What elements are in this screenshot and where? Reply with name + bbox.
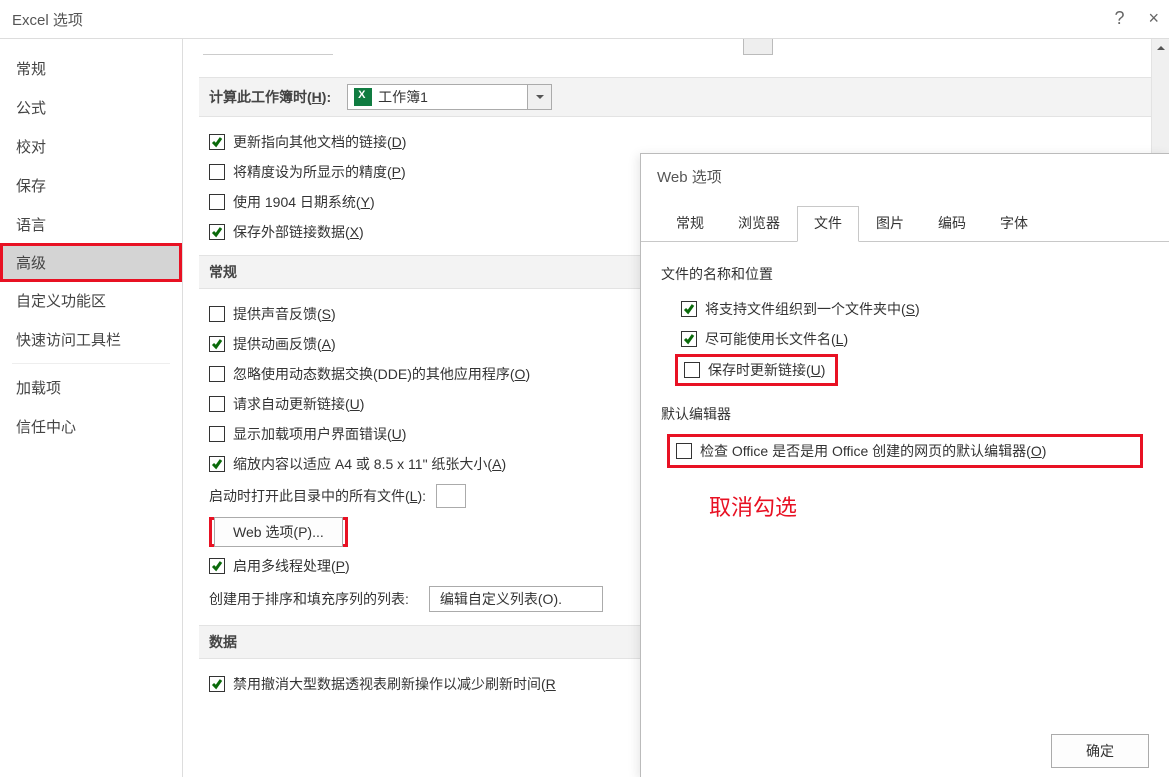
group-file-name-location: 文件的名称和位置 (661, 264, 1149, 284)
opt-label: 使用 1904 日期系统(Y) (233, 192, 375, 212)
opt-label: 将精度设为所显示的精度(P) (233, 162, 406, 182)
checkbox-icon[interactable] (676, 443, 692, 459)
workbook-name: 工作簿1 (378, 87, 527, 107)
opt-label: 保存时更新链接(U) (708, 360, 825, 380)
opt-label: 提供声音反馈(S) (233, 304, 336, 324)
sidebar-item-advanced[interactable]: 高级 (0, 243, 182, 282)
edit-custom-lists-label: 编辑自定义列表(O). (440, 589, 562, 609)
partial-dropdown[interactable] (743, 39, 773, 55)
tab-general[interactable]: 常规 (659, 206, 721, 242)
section-data-heading: 数据 (209, 632, 237, 652)
highlight-update-links-on-save: 保存时更新链接(U) (675, 354, 838, 386)
opt-label: 尽可能使用长文件名(L) (705, 329, 848, 349)
sidebar-item-general[interactable]: 常规 (0, 49, 182, 88)
checkbox-icon[interactable] (209, 336, 225, 352)
sidebar-item-proofing[interactable]: 校对 (0, 127, 182, 166)
workbook-picker[interactable]: 工作簿1 (347, 84, 552, 110)
sidebar-separator (12, 363, 170, 364)
section-workbook-heading-pre: 计算此工作簿时( (209, 89, 312, 105)
checkbox-icon[interactable] (209, 676, 225, 692)
opt-label: 更新指向其他文档的链接(D) (233, 132, 406, 152)
opt-label: 提供动画反馈(A) (233, 334, 336, 354)
checkbox-icon[interactable] (209, 456, 225, 472)
checkbox-icon[interactable] (681, 301, 697, 317)
checkbox-icon[interactable] (209, 366, 225, 382)
checkbox-icon[interactable] (209, 558, 225, 574)
tab-fonts[interactable]: 字体 (983, 206, 1045, 242)
checkbox-icon[interactable] (209, 194, 225, 210)
opt-label: 缩放内容以适应 A4 或 8.5 x 11" 纸张大小(A) (233, 454, 506, 474)
sidebar-item-customize-ribbon[interactable]: 自定义功能区 (0, 281, 182, 320)
ok-button[interactable]: 确定 (1051, 734, 1149, 768)
sidebar-item-formulas[interactable]: 公式 (0, 88, 182, 127)
checkbox-icon[interactable] (209, 306, 225, 322)
title-bar: Excel 选项 ? × (0, 0, 1169, 38)
startup-folder-label: 启动时打开此目录中的所有文件(L): (209, 486, 426, 506)
section-workbook-calc: 计算此工作簿时(H): 工作簿1 (199, 77, 1153, 117)
checkbox-icon[interactable] (209, 164, 225, 180)
section-workbook-heading-hot: H (312, 89, 322, 105)
close-icon[interactable]: × (1148, 8, 1159, 29)
opt-label: 忽略使用动态数据交换(DDE)的其他应用程序(O) (233, 364, 530, 384)
scroll-up-icon[interactable] (1152, 39, 1169, 57)
sidebar-item-quick-access[interactable]: 快速访问工具栏 (0, 320, 182, 359)
tab-pictures[interactable]: 图片 (859, 206, 921, 242)
sidebar-item-trust-center[interactable]: 信任中心 (0, 407, 182, 446)
checkbox-icon[interactable] (209, 396, 225, 412)
checkbox-icon[interactable] (209, 134, 225, 150)
dialog-title: Web 选项 (641, 154, 1169, 199)
sidebar-item-save[interactable]: 保存 (0, 166, 182, 205)
web-options-button[interactable]: Web 选项(P)... (214, 517, 343, 547)
opt-long-filenames[interactable]: 尽可能使用长文件名(L) (661, 324, 1149, 354)
web-options-highlight: Web 选项(P)... (209, 517, 348, 547)
opt-label: 检查 Office 是否是用 Office 创建的网页的默认编辑器(O) (700, 441, 1046, 461)
checkbox-icon[interactable] (684, 362, 700, 378)
help-icon[interactable]: ? (1114, 8, 1124, 29)
web-options-dialog: Web 选项 常规 浏览器 文件 图片 编码 字体 文件的名称和位置 将支持文件… (640, 153, 1169, 777)
opt-label: 保存外部链接数据(X) (233, 222, 364, 242)
dialog-tabs: 常规 浏览器 文件 图片 编码 字体 (641, 205, 1169, 242)
sidebar: 常规 公式 校对 保存 语言 高级 自定义功能区 快速访问工具栏 加载项 信任中… (0, 39, 183, 777)
checkbox-icon[interactable] (681, 331, 697, 347)
opt-label: 显示加载项用户界面错误(U) (233, 424, 406, 444)
sidebar-item-language[interactable]: 语言 (0, 205, 182, 244)
annotation-uncheck: 取消勾选 (709, 490, 1149, 522)
partial-cutoff-row (199, 49, 1153, 67)
highlight-check-office-default-editor: 检查 Office 是否是用 Office 创建的网页的默认编辑器(O) (667, 434, 1143, 468)
tab-files[interactable]: 文件 (797, 206, 859, 242)
opt-label: 将支持文件组织到一个文件夹中(S) (705, 299, 920, 319)
startup-folder-input[interactable] (436, 484, 466, 508)
sortlist-label: 创建用于排序和填充序列的列表: (209, 589, 409, 609)
checkbox-icon[interactable] (209, 224, 225, 240)
opt-label: 启用多线程处理(P) (233, 556, 350, 576)
excel-icon (354, 88, 372, 106)
chevron-down-icon[interactable] (527, 85, 551, 109)
window-title: Excel 选项 (12, 9, 83, 30)
tab-encoding[interactable]: 编码 (921, 206, 983, 242)
section-general-heading: 常规 (209, 262, 237, 282)
checkbox-icon[interactable] (209, 426, 225, 442)
opt-label: 请求自动更新链接(U) (233, 394, 364, 414)
tab-browser[interactable]: 浏览器 (721, 206, 797, 242)
opt-organize-files-folder[interactable]: 将支持文件组织到一个文件夹中(S) (661, 294, 1149, 324)
sidebar-item-addins[interactable]: 加载项 (0, 368, 182, 407)
group-default-editor: 默认编辑器 (661, 404, 1149, 424)
edit-custom-lists-button[interactable]: 编辑自定义列表(O). (429, 586, 603, 612)
opt-label: 禁用撤消大型数据透视表刷新操作以减少刷新时间(R (233, 674, 556, 694)
section-workbook-heading-post: ): (322, 89, 331, 105)
